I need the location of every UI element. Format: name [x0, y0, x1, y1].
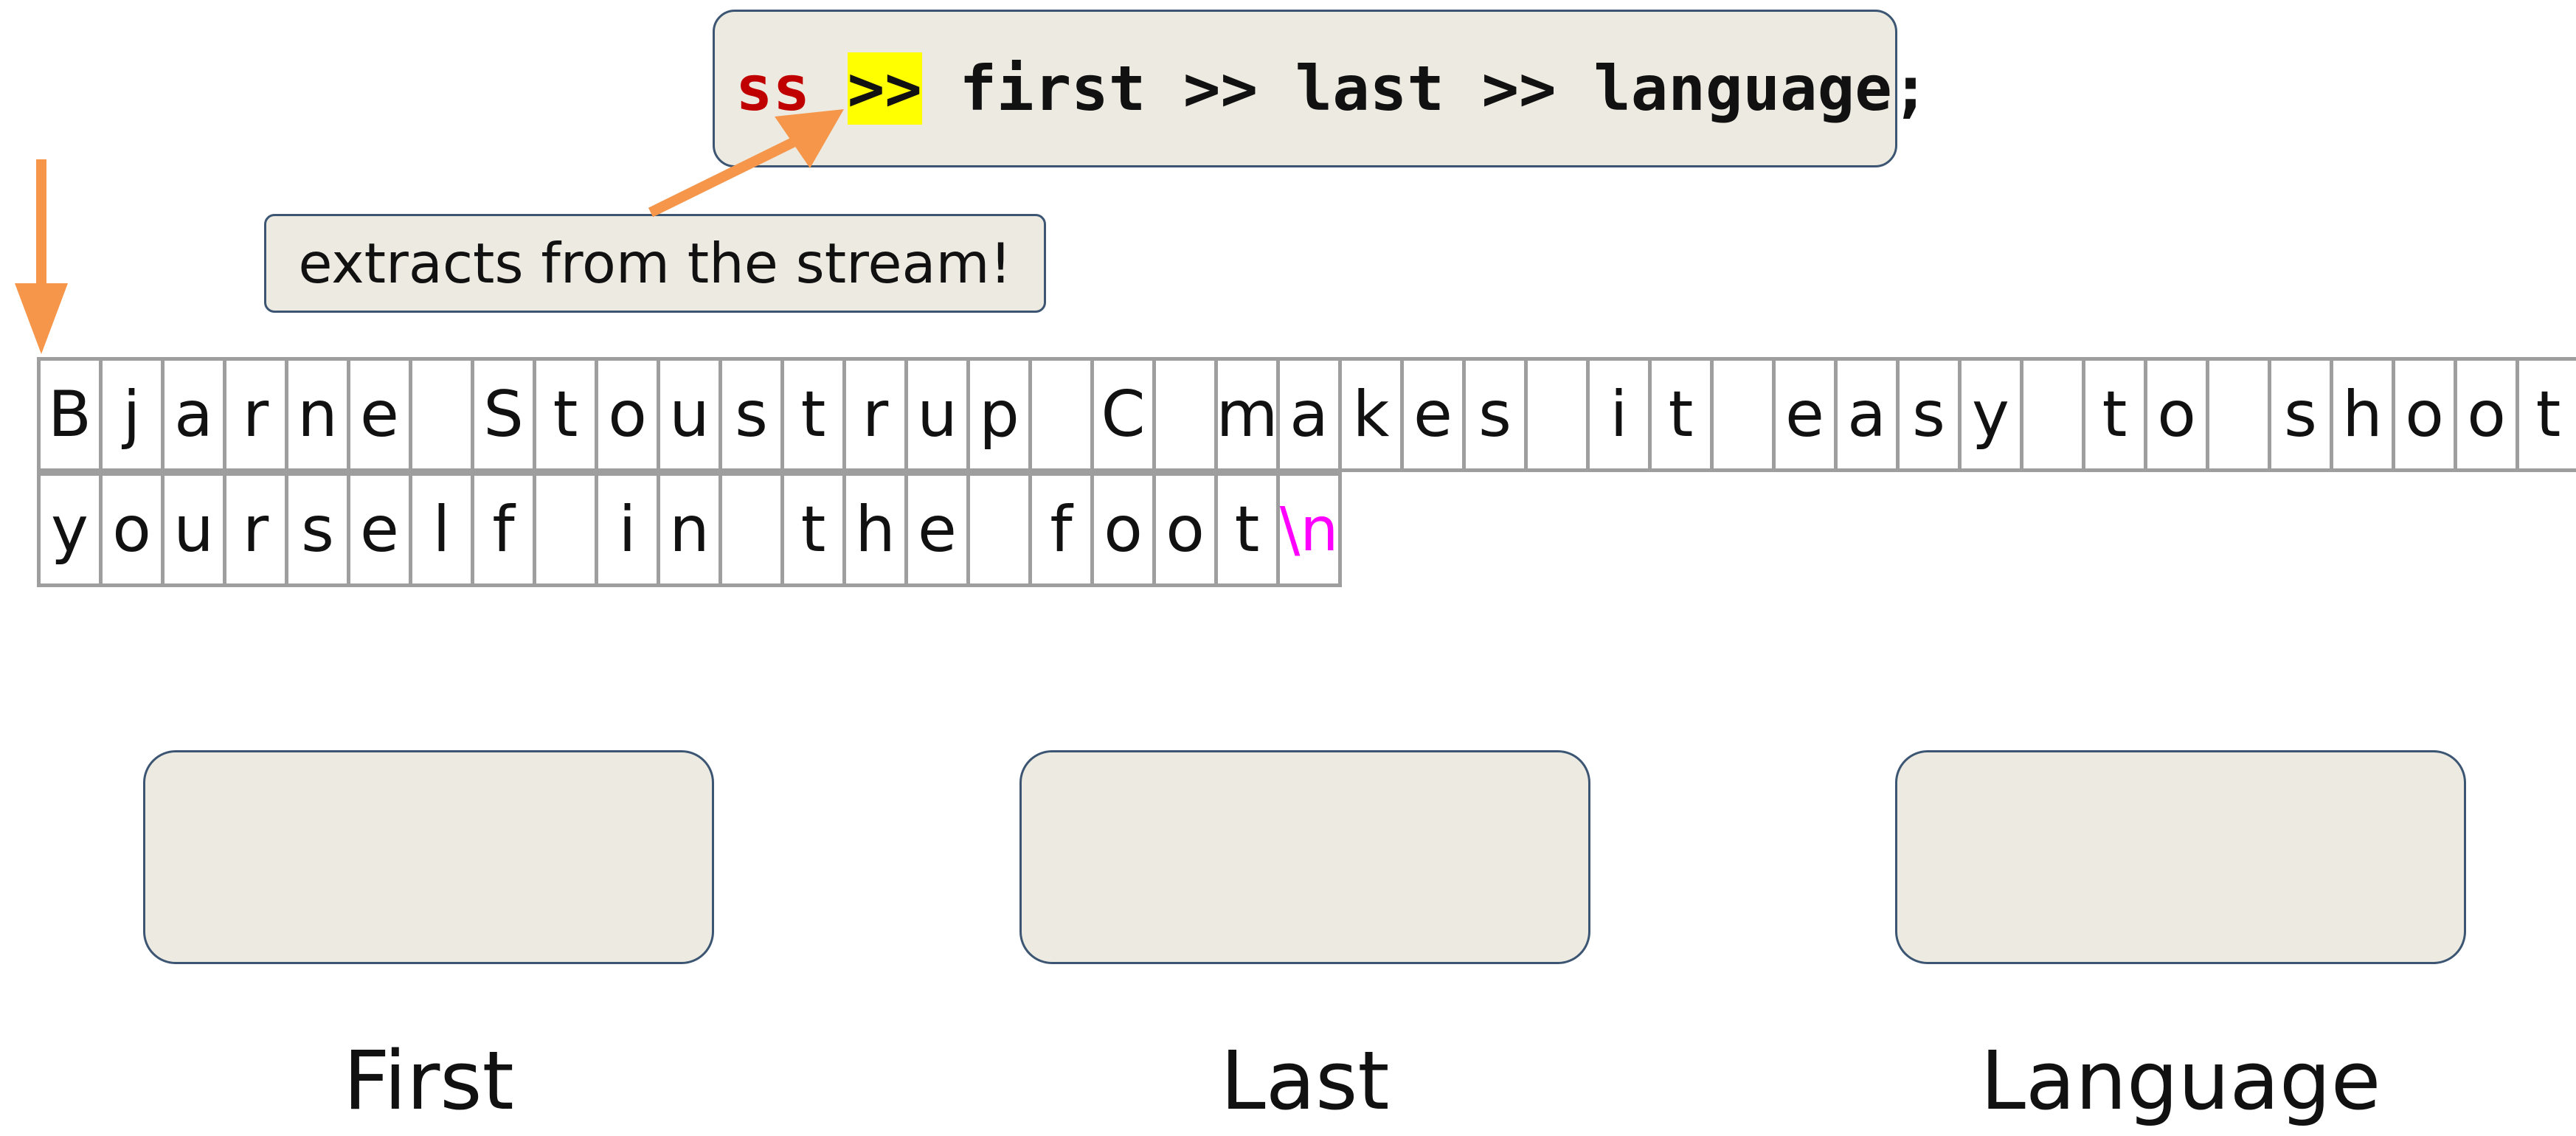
stream-extraction-diagram: ss >> first >> last >> language; extract…	[0, 0, 2576, 1128]
callout-pointer-arrow-shaft	[648, 137, 796, 218]
callout-pointer-arrow-head	[775, 109, 844, 168]
stream-position-arrow-head	[15, 283, 68, 354]
arrows-layer	[15, 109, 844, 354]
stream-position-arrow	[15, 159, 68, 354]
callout-pointer-arrow	[648, 109, 844, 218]
